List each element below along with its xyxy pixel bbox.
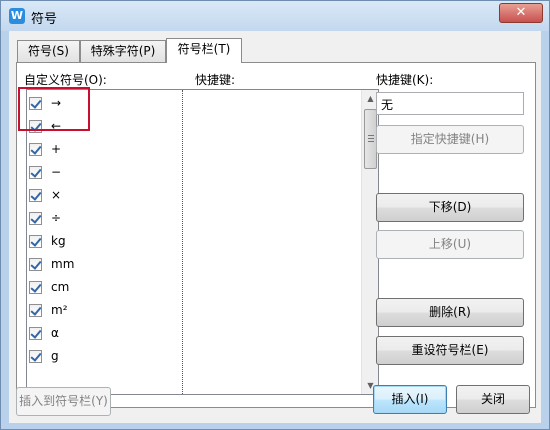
delete-button[interactable]: 删除(R): [376, 298, 524, 327]
app-icon: W: [9, 8, 25, 24]
move-down-button[interactable]: 下移(D): [376, 193, 524, 222]
cancel-button[interactable]: 关闭: [456, 385, 530, 414]
close-button[interactable]: ✕: [499, 3, 543, 23]
tab-symbol[interactable]: 符号(S): [17, 40, 80, 62]
shortcut-field-label: 快捷键(K):: [376, 73, 434, 87]
tab-special-characters[interactable]: 特殊字符(P): [80, 40, 166, 62]
list-item[interactable]: mm: [27, 254, 357, 277]
list-item[interactable]: kg: [27, 231, 357, 254]
grip-line: [368, 135, 374, 136]
item-checkbox[interactable]: [29, 258, 42, 271]
item-checkbox[interactable]: [29, 212, 42, 225]
item-symbol: mm: [51, 257, 75, 271]
item-checkbox[interactable]: [29, 235, 42, 248]
window-title: 符号: [31, 12, 58, 27]
list-item[interactable]: α: [27, 323, 357, 346]
list-item[interactable]: m²: [27, 300, 357, 323]
shortcut-column-label: 快捷键:: [195, 73, 236, 87]
move-up-button[interactable]: 上移(U): [376, 230, 524, 259]
item-checkbox[interactable]: [29, 189, 42, 202]
item-checkbox[interactable]: [29, 166, 42, 179]
item-checkbox[interactable]: [29, 143, 42, 156]
item-symbol: g: [51, 349, 59, 363]
item-checkbox[interactable]: [29, 281, 42, 294]
item-checkbox[interactable]: [29, 350, 42, 363]
red-highlight-box: [18, 87, 90, 131]
item-symbol: ÷: [51, 211, 62, 225]
list-item[interactable]: g: [27, 346, 357, 369]
item-symbol: α: [51, 326, 59, 340]
reset-symbol-bar-button[interactable]: 重设符号栏(E): [376, 336, 524, 365]
assign-shortcut-button[interactable]: 指定快捷键(H): [376, 125, 524, 154]
symbol-dialog: W 符号 ✕ 符号(S) 特殊字符(P) 符号栏(T) 自定义符号(O): 快捷…: [0, 0, 550, 430]
list-item[interactable]: ×: [27, 185, 357, 208]
item-symbol: m²: [51, 303, 68, 317]
insert-button[interactable]: 插入(I): [373, 385, 447, 414]
custom-symbols-label: 自定义符号(O):: [24, 73, 107, 87]
list-item[interactable]: ÷: [27, 208, 357, 231]
custom-symbol-list[interactable]: → ← + − × ÷ kg mm cm m² α g ▲ ▼: [26, 89, 379, 395]
shortcut-input[interactable]: 无: [376, 92, 524, 115]
grip-line: [368, 141, 374, 142]
item-symbol: −: [51, 165, 62, 179]
dialog-client-area: 符号(S) 特殊字符(P) 符号栏(T) 自定义符号(O): 快捷键: 快捷键(…: [9, 31, 541, 423]
tab-symbol-bar[interactable]: 符号栏(T): [166, 38, 242, 63]
grip-line: [368, 138, 374, 139]
list-item[interactable]: −: [27, 162, 357, 185]
item-symbol: +: [51, 142, 62, 156]
item-symbol: kg: [51, 234, 66, 248]
item-symbol: cm: [51, 280, 70, 294]
item-checkbox[interactable]: [29, 304, 42, 317]
list-item[interactable]: +: [27, 139, 357, 162]
item-checkbox[interactable]: [29, 327, 42, 340]
title-bar[interactable]: W 符号 ✕: [1, 1, 549, 31]
insert-to-symbol-bar-button[interactable]: 插入到符号栏(Y): [16, 387, 111, 416]
item-symbol: ×: [51, 188, 62, 202]
list-item[interactable]: cm: [27, 277, 357, 300]
